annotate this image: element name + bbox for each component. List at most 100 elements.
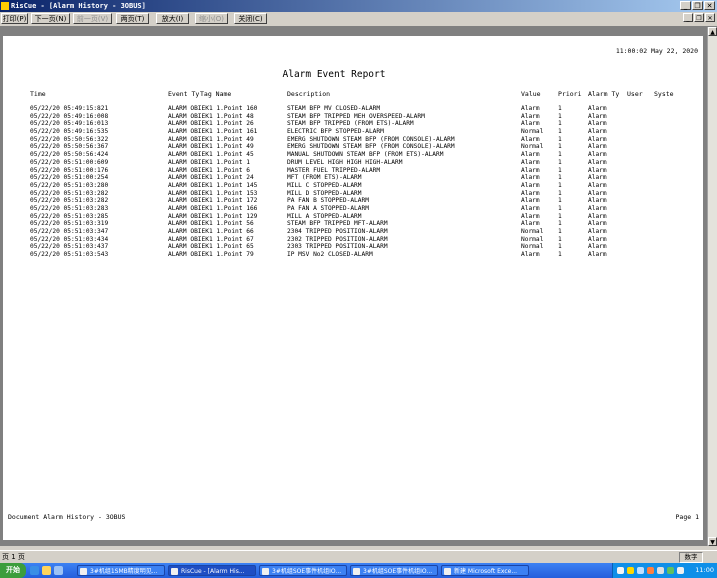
cell-value: Alarm (521, 158, 540, 166)
cell-alarm-type: Alarm (588, 204, 607, 212)
cell-time: 05/22/20 05:51:00:176 (30, 166, 109, 174)
preview-area: 11:00:02 May 22, 2020 Alarm Event Report… (0, 27, 707, 546)
cell-alarm-type: Alarm (588, 228, 607, 235)
document-icon (353, 568, 360, 575)
taskbar-item[interactable]: 新建 Microsoft Exce... (441, 565, 529, 576)
child-restore-icon[interactable]: ❐ (694, 13, 704, 22)
cell-event-tag: ALARM OBIEK1 1.Point 145 (168, 181, 258, 189)
cell-value: Alarm (521, 204, 540, 212)
table-row: 05/22/20 05:51:03:285 ALARM OBIEK1 1.Poin… (3, 213, 703, 221)
ie-icon[interactable] (30, 566, 39, 575)
column-header-value: Value (521, 90, 541, 98)
title-bar: RisCue - [Alarm History - 3OBUS] _ ❐ ✕ (0, 0, 717, 12)
show-desktop-icon[interactable] (54, 566, 63, 575)
tray-app-icon[interactable] (647, 567, 654, 574)
taskbar-item[interactable]: 3#机组SOE事件机组IO... (259, 565, 347, 576)
report-rows: 05/22/20 05:49:15:821 ALARM OBIEK1 1.Poin… (3, 105, 703, 259)
table-row: 05/22/20 05:51:03:347 ALARM OBIEK1 1.Poin… (3, 228, 703, 236)
minimize-icon[interactable]: _ (680, 1, 691, 10)
cell-alarm-type: Alarm (588, 120, 607, 128)
cell-time: 05/22/20 05:49:15:821 (30, 105, 109, 112)
column-header-time: Time (30, 90, 46, 98)
column-header-tag-name: Tag Name (200, 90, 232, 98)
cell-value: Alarm (521, 166, 540, 174)
column-header-user: User (627, 90, 643, 98)
cell-value: Alarm (521, 251, 540, 259)
taskbar-item[interactable]: RisCue - [Alarm His... (168, 565, 256, 576)
print-button[interactable]: 打印(P) (1, 13, 28, 24)
cell-value: Alarm (521, 120, 540, 128)
cell-alarm-type: Alarm (588, 112, 607, 120)
taskbar-item[interactable]: 3#机组SOE事件机组IO... (350, 565, 438, 576)
cell-priority: 1 (558, 135, 562, 143)
table-row: 05/22/20 05:51:03:543 ALARM OBIEK1 1.Poin… (3, 251, 703, 259)
column-header-system: Syste (654, 90, 674, 98)
scroll-up-icon[interactable]: ▲ (708, 27, 717, 36)
cell-description: MILL C STOPPED-ALARM (287, 181, 362, 189)
cell-value: Normal (521, 143, 544, 151)
cell-time: 05/22/20 05:49:16:008 (30, 112, 109, 120)
cell-priority: 1 (558, 143, 562, 151)
cell-event-tag: ALARM OBIEK1 1.Point 166 (168, 204, 258, 212)
cell-priority: 1 (558, 212, 562, 220)
table-row: 05/22/20 05:49:16:013 ALARM OBIEK1 1.Poin… (3, 120, 703, 128)
table-row: 05/22/20 05:51:03:434 ALARM OBIEK1 1.Poin… (3, 236, 703, 244)
cell-description: MFT (FROM ETS)-ALARM (287, 174, 362, 182)
close-preview-button[interactable]: 关闭(C) (234, 13, 267, 24)
folder-icon[interactable] (42, 566, 51, 575)
cell-priority: 1 (558, 158, 562, 166)
cell-alarm-type: Alarm (588, 220, 607, 228)
clock: 11:00 (695, 566, 714, 574)
cell-time: 05/22/20 05:49:16:535 (30, 128, 109, 136)
cell-priority: 1 (558, 166, 562, 174)
cell-description: STEAM BFP TRIPPED (FROM ETS)-ALARM (287, 120, 414, 128)
child-close-icon[interactable]: ✕ (705, 13, 715, 22)
status-num-indicator: 数字 (679, 552, 703, 563)
cell-value: Alarm (521, 181, 540, 189)
two-page-button[interactable]: 两页(T) (116, 13, 149, 24)
cell-time: 05/22/20 05:51:03:283 (30, 204, 109, 212)
cell-description: EMERG SHUTDOWN STEAM BFP (FROM CONSOLE)-… (287, 135, 455, 143)
network-icon[interactable] (637, 567, 644, 574)
restore-icon[interactable]: ❐ (692, 1, 703, 10)
tray-misc-icon[interactable] (677, 567, 684, 574)
cell-description: STEAM BFP TRIPPED MEH OVERSPEED-ALARM (287, 112, 425, 120)
document-icon (80, 568, 87, 575)
table-row: 05/22/20 05:51:03:319 ALARM OBIEK1 1.Poin… (3, 220, 703, 228)
cell-value: Normal (521, 243, 544, 251)
cell-priority: 1 (558, 151, 562, 159)
cell-time: 05/22/20 05:51:03:282 (30, 197, 109, 205)
close-icon[interactable]: ✕ (704, 1, 715, 10)
cell-alarm-type: Alarm (588, 181, 607, 189)
cell-priority: 1 (558, 174, 562, 182)
cell-description: DRUM LEVEL HIGH HIGH HIGH-ALARM (287, 158, 403, 166)
cell-description: 2304 TRIPPED POSITION-ALARM (287, 228, 388, 235)
taskbar-item-label: 3#机组1SMB精度明见... (90, 568, 158, 575)
zoom-in-button[interactable]: 放大(I) (156, 13, 189, 24)
language-icon[interactable] (617, 567, 624, 574)
start-button[interactable]: 开始 (0, 563, 26, 578)
cell-event-tag: ALARM OBIEK1 1.Point 48 (168, 112, 254, 120)
vertical-scrollbar[interactable]: ▲ ▼ (707, 27, 717, 546)
cell-priority: 1 (558, 220, 562, 228)
cell-priority: 1 (558, 128, 562, 136)
scroll-down-icon[interactable]: ▼ (708, 537, 717, 546)
next-page-button[interactable]: 下一页(N) (31, 13, 70, 24)
cell-value: Alarm (521, 174, 540, 182)
cell-description: MANUAL SHUTDOWN STEAM BFP (FROM ETS)-ALA… (287, 151, 444, 159)
quick-launch (30, 566, 63, 575)
cell-description: STEAM BFP TRIPPED MFT-ALARM (287, 220, 388, 228)
cell-event-tag: ALARM OBIEK1 1.Point 1 (168, 158, 250, 166)
child-minimize-icon[interactable]: _ (683, 13, 693, 22)
table-row: 05/22/20 05:51:00:176 ALARM OBIEK1 1.Poin… (3, 167, 703, 175)
cell-alarm-type: Alarm (588, 135, 607, 143)
table-row: 05/22/20 05:49:16:535 ALARM OBIEK1 1.Poin… (3, 128, 703, 136)
cell-priority: 1 (558, 228, 562, 235)
security-icon[interactable] (667, 567, 674, 574)
ime-icon[interactable] (627, 567, 634, 574)
table-row: 05/22/20 05:51:03:283 ALARM OBIEK1 1.Poin… (3, 205, 703, 213)
taskbar-item[interactable]: 3#机组1SMB精度明见... (77, 565, 165, 576)
volume-icon[interactable] (657, 567, 664, 574)
cell-alarm-type: Alarm (588, 174, 607, 182)
cell-event-tag: ALARM OBIEK1 1.Point 6 (168, 166, 250, 174)
